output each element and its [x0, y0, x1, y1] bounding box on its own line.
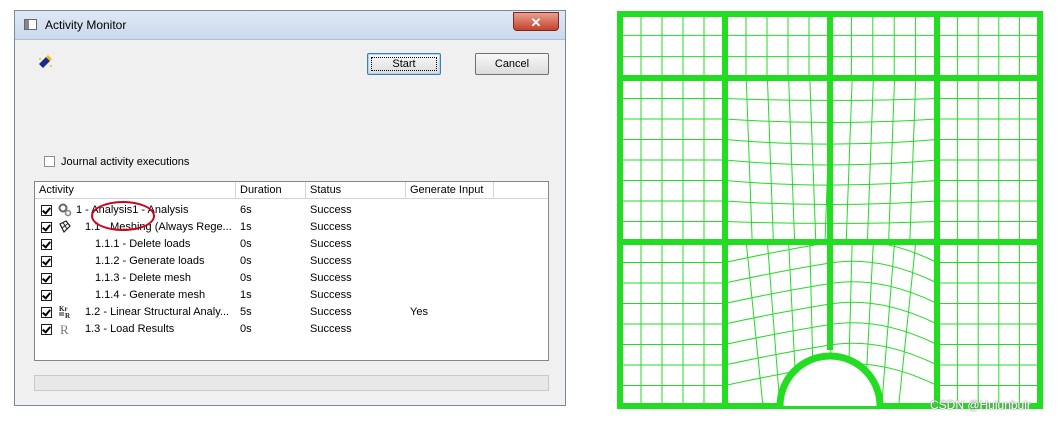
row-activity: 1.1.4 - Generate mesh: [95, 289, 206, 301]
row-checkbox[interactable]: [41, 324, 52, 335]
activity-wand-icon: [39, 55, 52, 68]
svg-text:R: R: [65, 312, 71, 319]
mesh-figure: [617, 11, 1043, 409]
gears-icon: [58, 203, 72, 217]
list-header: Activity Duration Status Generate Input: [35, 182, 548, 199]
row-duration: 0s: [240, 323, 252, 335]
row-checkbox[interactable]: [41, 273, 52, 284]
status-bar: [34, 375, 549, 391]
row-duration: 1s: [240, 221, 252, 233]
row-status: Success: [310, 289, 352, 301]
mesh-icon: [59, 220, 71, 234]
row-checkbox[interactable]: [41, 307, 52, 318]
row-activity: 1.2 - Linear Structural Analy...: [85, 306, 230, 318]
row-duration: 0s: [240, 238, 252, 250]
row-activity: 1.1.2 - Generate loads: [95, 255, 205, 267]
journal-label: Journal activity executions: [61, 156, 190, 168]
table-row[interactable]: 1.1.4 - Generate mesh 1s Success: [35, 287, 548, 304]
table-row[interactable]: 1.1.1 - Delete loads 0s Success: [35, 236, 548, 253]
row-status: Success: [310, 221, 352, 233]
row-status: Success: [310, 323, 352, 335]
col-header-generate-input[interactable]: Generate Input: [406, 182, 494, 198]
row-status: Success: [310, 306, 352, 318]
cancel-button[interactable]: Cancel: [475, 53, 549, 75]
row-checkbox[interactable]: [41, 239, 52, 250]
window-app-icon: [24, 19, 37, 30]
row-activity: 1.1.1 - Delete loads: [95, 238, 191, 250]
row-activity: 1.3 - Load Results: [85, 323, 175, 335]
table-row[interactable]: Kr R 1.2 - Linear Structural Analy... 5s…: [35, 304, 548, 321]
title-bar[interactable]: Activity Monitor ✕: [15, 11, 565, 40]
row-status: Success: [310, 238, 352, 250]
table-row[interactable]: 1.1.3 - Delete mesh 0s Success: [35, 270, 548, 287]
col-header-activity[interactable]: Activity: [35, 182, 236, 198]
row-checkbox[interactable]: [41, 222, 52, 233]
watermark-text: CSDN @Hulunbuir: [930, 398, 1031, 412]
row-status: Success: [310, 255, 352, 267]
red-annotation-ellipse: [91, 201, 155, 231]
focus-rect: [371, 57, 437, 71]
row-checkbox[interactable]: [41, 205, 52, 216]
close-button[interactable]: ✕: [513, 12, 559, 31]
row-duration: 5s: [240, 306, 252, 318]
table-row[interactable]: 1.1.2 - Generate loads 0s Success: [35, 253, 548, 270]
journal-checkbox[interactable]: [44, 156, 55, 167]
window-title: Activity Monitor: [45, 18, 127, 32]
row-checkbox[interactable]: [41, 290, 52, 301]
row-duration: 0s: [240, 272, 252, 284]
col-header-status[interactable]: Status: [306, 182, 406, 198]
row-status: Success: [310, 204, 352, 216]
row-duration: 0s: [240, 255, 252, 267]
row-duration: 6s: [240, 204, 252, 216]
row-activity: 1.1.3 - Delete mesh: [95, 272, 191, 284]
kr-icon: Kr R: [59, 305, 71, 319]
table-row[interactable]: R 1.3 - Load Results 0s Success: [35, 321, 548, 338]
row-checkbox[interactable]: [41, 256, 52, 267]
col-header-duration[interactable]: Duration: [236, 182, 306, 198]
start-button[interactable]: Start: [367, 53, 441, 75]
svg-text:R: R: [60, 322, 69, 336]
row-status: Success: [310, 272, 352, 284]
row-duration: 1s: [240, 289, 252, 301]
row-generate-input: Yes: [410, 306, 428, 318]
r-icon: R: [60, 322, 69, 336]
